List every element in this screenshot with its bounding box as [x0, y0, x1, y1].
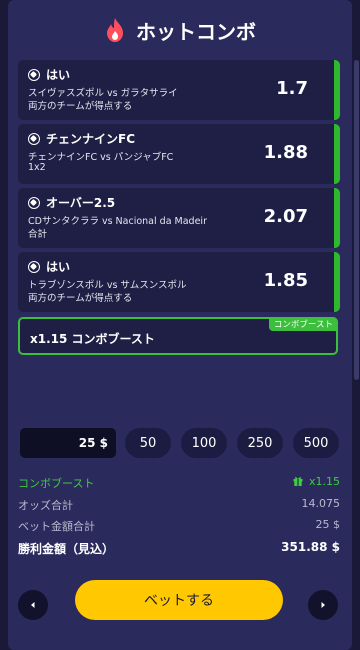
match-name: トラブゾンスポル vs サムスンスポル: [28, 280, 187, 291]
prev-button[interactable]: [18, 590, 48, 620]
summary-boost-value: x1.15: [308, 475, 340, 488]
selection-row: はい: [28, 66, 70, 83]
chevron-right-icon: [321, 602, 325, 608]
match-name: スイヴァスズポル vs ガラタサライ: [28, 88, 178, 99]
summary-win-label: 勝利金額（見込）: [18, 542, 115, 556]
selected-indicator: [334, 252, 340, 312]
selection-card[interactable]: チェンナインFC チェンナインFC vs パンジャブFC 1x2 1.88: [18, 124, 340, 184]
summary-win-row: 勝利金額（見込） 351.88 $: [18, 540, 340, 557]
selection-row: はい: [28, 258, 70, 275]
odds-value: 2.07: [263, 206, 308, 227]
summary-stake-row: ベット金額合計 25 $: [18, 518, 340, 534]
selected-indicator: [334, 124, 340, 184]
summary-odds-value: 14.075: [301, 497, 341, 510]
summary-odds-row: オッズ合計 14.075: [18, 497, 340, 513]
summary-boost-value-wrap: x1.15: [293, 475, 340, 491]
soccer-ball-icon: [28, 68, 40, 81]
soccer-ball-icon: [28, 260, 40, 273]
stake-chip-50[interactable]: 50: [125, 428, 171, 458]
summary-odds-label: オッズ合計: [18, 499, 73, 512]
match-name: チェンナインFC vs パンジャブFC: [28, 152, 174, 163]
boost-label: x1.15 コンボブースト: [30, 332, 155, 346]
selection-name: はい: [46, 68, 71, 82]
market-name: 1x2: [28, 162, 46, 173]
stake-chip-250[interactable]: 250: [237, 428, 283, 458]
selection-name: はい: [46, 260, 71, 274]
market-name: 両方のチームが得点する: [28, 101, 133, 112]
summary-win-value: 351.88 $: [281, 540, 340, 554]
selection-row: チェンナインFC: [28, 130, 135, 147]
stake-chip-500[interactable]: 500: [293, 428, 339, 458]
selection-card[interactable]: はい トラブゾンスポル vs サムスンスポル 両方のチームが得点する 1.85: [18, 252, 340, 312]
selection-name: オーバー2.5: [46, 196, 116, 210]
summary-stake-value: 25 $: [315, 518, 341, 531]
place-bet-button[interactable]: ベットする: [75, 580, 283, 620]
selected-indicator: [334, 60, 340, 120]
gift-icon: [293, 477, 303, 486]
header: ホットコンボ: [0, 10, 360, 50]
odds-value: 1.7: [276, 78, 308, 99]
stake-chip-100[interactable]: 100: [181, 428, 227, 458]
page-title: ホットコンボ: [136, 19, 256, 44]
summary-boost-row: コンボブースト x1.15: [18, 475, 340, 491]
selected-indicator: [334, 188, 340, 248]
summary-stake-label: ベット金額合計: [18, 520, 95, 533]
selection-row: オーバー2.5: [28, 194, 115, 211]
selection-card[interactable]: はい スイヴァスズポル vs ガラタサライ 両方のチームが得点する 1.7: [18, 60, 340, 120]
scrollbar[interactable]: [354, 60, 359, 380]
stake-input[interactable]: 25 $: [20, 428, 116, 458]
selection-card[interactable]: オーバー2.5 CDサンタクララ vs Nacional da Madeir 合…: [18, 188, 340, 248]
stake-value: 25 $: [78, 436, 108, 450]
market-name: 両方のチームが得点する: [28, 293, 133, 304]
selection-name: チェンナインFC: [46, 132, 136, 146]
combo-boost-card: コンボブースト x1.15 コンボブースト: [18, 317, 338, 355]
soccer-ball-icon: [28, 132, 40, 145]
chevron-left-icon: [31, 602, 35, 608]
fire-icon: [107, 18, 123, 42]
market-name: 合計: [28, 229, 48, 240]
next-button[interactable]: [308, 590, 338, 620]
boost-tag: コンボブースト: [268, 317, 338, 331]
summary-boost-label: コンボブースト: [18, 477, 95, 490]
odds-value: 1.88: [263, 142, 308, 163]
odds-value: 1.85: [263, 270, 308, 291]
match-name: CDサンタクララ vs Nacional da Madeir: [28, 216, 207, 227]
soccer-ball-icon: [28, 196, 40, 209]
